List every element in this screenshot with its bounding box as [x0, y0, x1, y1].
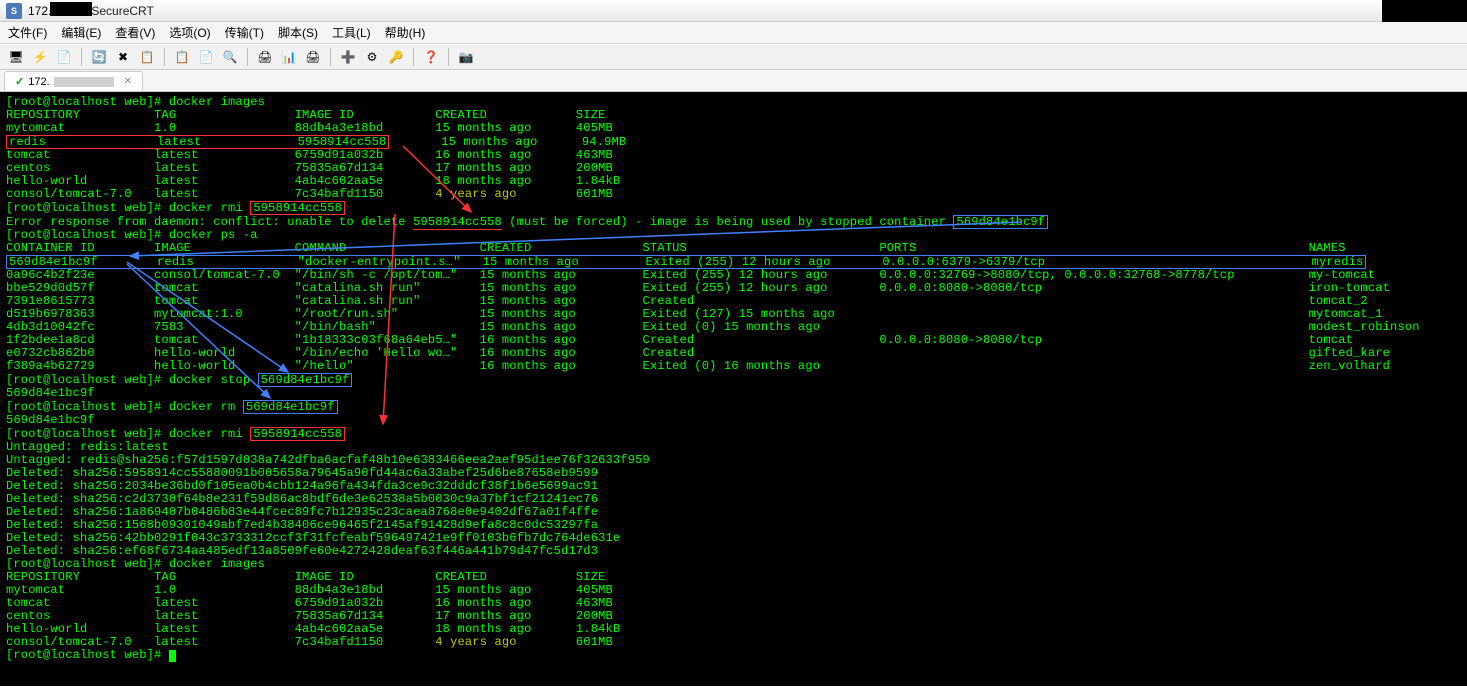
tab-bar: ✓ 172. ✕ [0, 70, 1467, 92]
toolbar-print-icon[interactable]: 🖨 [255, 47, 275, 67]
title-bar: S 172. SecureCRT [0, 0, 1467, 22]
toolbar-disconnect-icon[interactable]: ✖ [113, 47, 133, 67]
menu-options[interactable]: 选项(O) [169, 24, 210, 41]
connected-icon: ✓ [15, 75, 24, 88]
toolbar-log-icon[interactable]: 📊 [279, 47, 299, 67]
redacted-block [54, 77, 114, 87]
toolbar-newtab-icon[interactable]: ➕ [338, 47, 358, 67]
close-tab-icon[interactable]: ✕ [124, 76, 132, 87]
toolbar-copy-icon[interactable]: 📋 [172, 47, 192, 67]
toolbar-separator [247, 48, 248, 66]
menu-view[interactable]: 查看(V) [115, 24, 155, 41]
window-controls-placeholder [1382, 0, 1467, 22]
toolbar-separator [448, 48, 449, 66]
app-icon: S [6, 3, 22, 19]
menu-edit[interactable]: 编辑(E) [61, 24, 101, 41]
terminal[interactable]: [root@localhost web]# docker images REPO… [0, 92, 1467, 686]
title-ip: 172. [28, 4, 51, 18]
toolbar-reconnect-icon[interactable]: 🔄 [89, 47, 109, 67]
toolbar-capture-icon[interactable]: 📷 [456, 47, 476, 67]
toolbar-paste-icon[interactable]: 📄 [196, 47, 216, 67]
redacted-block [50, 2, 92, 16]
menu-tools[interactable]: 工具(L) [332, 24, 371, 41]
menu-help[interactable]: 帮助(H) [385, 24, 426, 41]
toolbar-printer-icon[interactable]: 🖨 [303, 47, 323, 67]
toolbar-session-icon[interactable]: 📋 [137, 47, 157, 67]
menu-script[interactable]: 脚本(S) [278, 24, 318, 41]
toolbar-options-icon[interactable]: ⚙ [362, 47, 382, 67]
tab-label: 172. [28, 76, 49, 88]
toolbar-separator [413, 48, 414, 66]
toolbar-separator [330, 48, 331, 66]
toolbar-terminal-icon[interactable]: 📄 [54, 47, 74, 67]
toolbar: 🖥 ⚡ 📄 🔄 ✖ 📋 📋 📄 🔍 🖨 📊 🖨 ➕ ⚙ 🔑 ❓ 📷 [0, 44, 1467, 70]
menu-bar: 文件(F) 编辑(E) 查看(V) 选项(O) 传输(T) 脚本(S) 工具(L… [0, 22, 1467, 44]
toolbar-quickconnect-icon[interactable]: ⚡ [30, 47, 50, 67]
session-tab[interactable]: ✓ 172. ✕ [4, 71, 143, 91]
title-appname: SecureCRT [91, 4, 153, 18]
toolbar-separator [164, 48, 165, 66]
toolbar-help-icon[interactable]: ❓ [421, 47, 441, 67]
toolbar-key-icon[interactable]: 🔑 [386, 47, 406, 67]
menu-transfer[interactable]: 传输(T) [225, 24, 264, 41]
menu-file[interactable]: 文件(F) [8, 24, 47, 41]
toolbar-separator [81, 48, 82, 66]
toolbar-connect-icon[interactable]: 🖥 [6, 47, 26, 67]
toolbar-find-icon[interactable]: 🔍 [220, 47, 240, 67]
